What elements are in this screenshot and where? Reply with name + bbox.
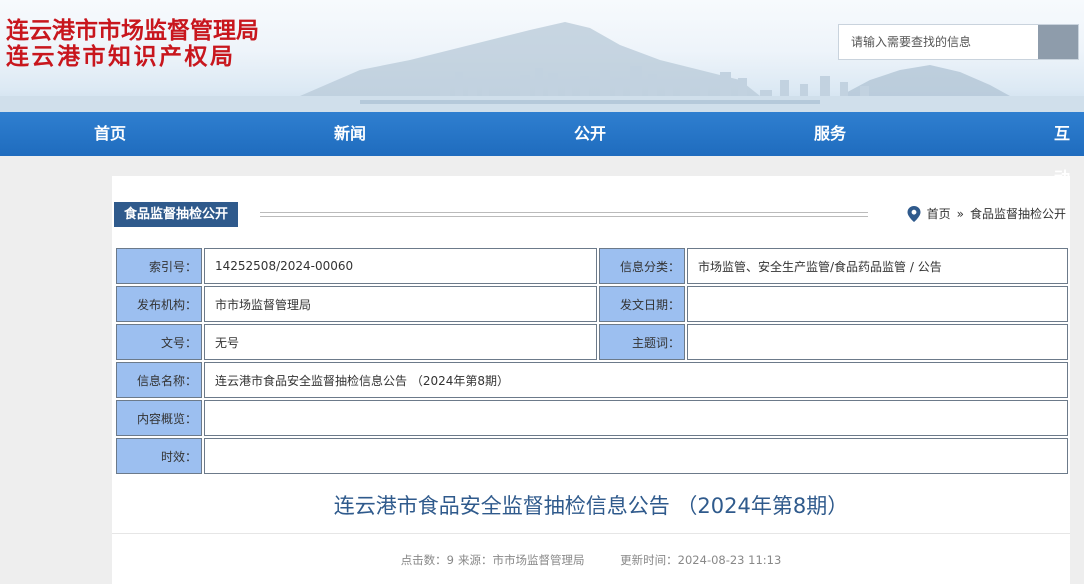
breadcrumb-separator: » [956,206,964,221]
breadcrumb-current[interactable]: 食品监督抽检公开 [970,205,1066,222]
nav-item-public[interactable]: 公开 [574,112,606,156]
table-row: 内容概览： [116,400,1068,436]
table-row: 发布机构： 市市场监督管理局 发文日期： [116,286,1068,322]
content-card: 食品监督抽检公开 首页 » 食品监督抽检公开 索引号： 14252508/202… [112,176,1070,584]
meta-updated: 更新时间：2024-08-23 11:13 [620,553,782,567]
main-nav: 首页 新闻 公开 服务 互动 [0,112,1084,187]
meta-clicks: 点击数：9 [400,553,455,567]
nav-item-service[interactable]: 服务 [814,112,846,156]
site-logo[interactable]: 连云港市市场监督管理局 连云港市知识产权局 [6,18,259,70]
logo-line2: 连云港市知识产权局 [6,43,236,70]
nav-item-interact[interactable]: 互动 [1054,112,1084,187]
index-label: 索引号： [116,248,202,284]
table-row: 文号： 无号 主题词： [116,324,1068,360]
section-title: 食品监督抽检公开 [114,202,239,227]
table-row: 索引号： 14252508/2024-00060 信息分类： 市场监管、安全生产… [116,248,1068,284]
date-value [687,286,1068,322]
title-divider [112,533,1070,534]
validity-value [204,438,1068,474]
docnum-value: 无号 [204,324,597,360]
subject-value [687,324,1068,360]
nav-item-home[interactable]: 首页 [94,112,126,156]
table-row: 信息名称： 连云港市食品安全监督抽检信息公告 （2024年第8期） [116,362,1068,398]
location-pin-icon [907,205,921,222]
validity-label: 时效： [116,438,202,474]
logo-line1: 连云港市市场监督管理局 [6,17,259,44]
table-row: 时效： [116,438,1068,474]
summary-value [204,400,1068,436]
date-label: 发文日期： [599,286,685,322]
section-header: 食品监督抽检公开 首页 » 食品监督抽检公开 [114,202,1068,228]
breadcrumb-home[interactable]: 首页 [927,205,951,222]
article-meta: 点击数：9 来源：市市场监督管理局 更新时间：2024-08-23 11:13 [112,552,1070,568]
nav-item-news[interactable]: 新闻 [334,112,366,156]
info-table: 索引号： 14252508/2024-00060 信息分类： 市场监管、安全生产… [114,246,1070,476]
search-box [838,24,1079,60]
publisher-label: 发布机构： [116,286,202,322]
header-banner: 连云港市市场监督管理局 连云港市知识产权局 [0,0,1084,112]
meta-source: 来源：市市场监督管理局 [458,553,585,567]
category-value: 市场监管、安全生产监管/食品药品监管 / 公告 [687,248,1068,284]
index-value: 14252508/2024-00060 [204,248,597,284]
category-label: 信息分类： [599,248,685,284]
search-icon [839,25,879,59]
name-value: 连云港市食品安全监督抽检信息公告 （2024年第8期） [204,362,1068,398]
search-button[interactable] [1038,25,1078,59]
publisher-value: 市市场监督管理局 [204,286,597,322]
article-title: 连云港市食品安全监督抽检信息公告 （2024年第8期） [333,494,849,518]
summary-label: 内容概览： [116,400,202,436]
docnum-label: 文号： [116,324,202,360]
section-divider [260,212,868,217]
subject-label: 主题词： [599,324,685,360]
breadcrumb: 首页 » 食品监督抽检公开 [907,205,1066,222]
name-label: 信息名称： [116,362,202,398]
